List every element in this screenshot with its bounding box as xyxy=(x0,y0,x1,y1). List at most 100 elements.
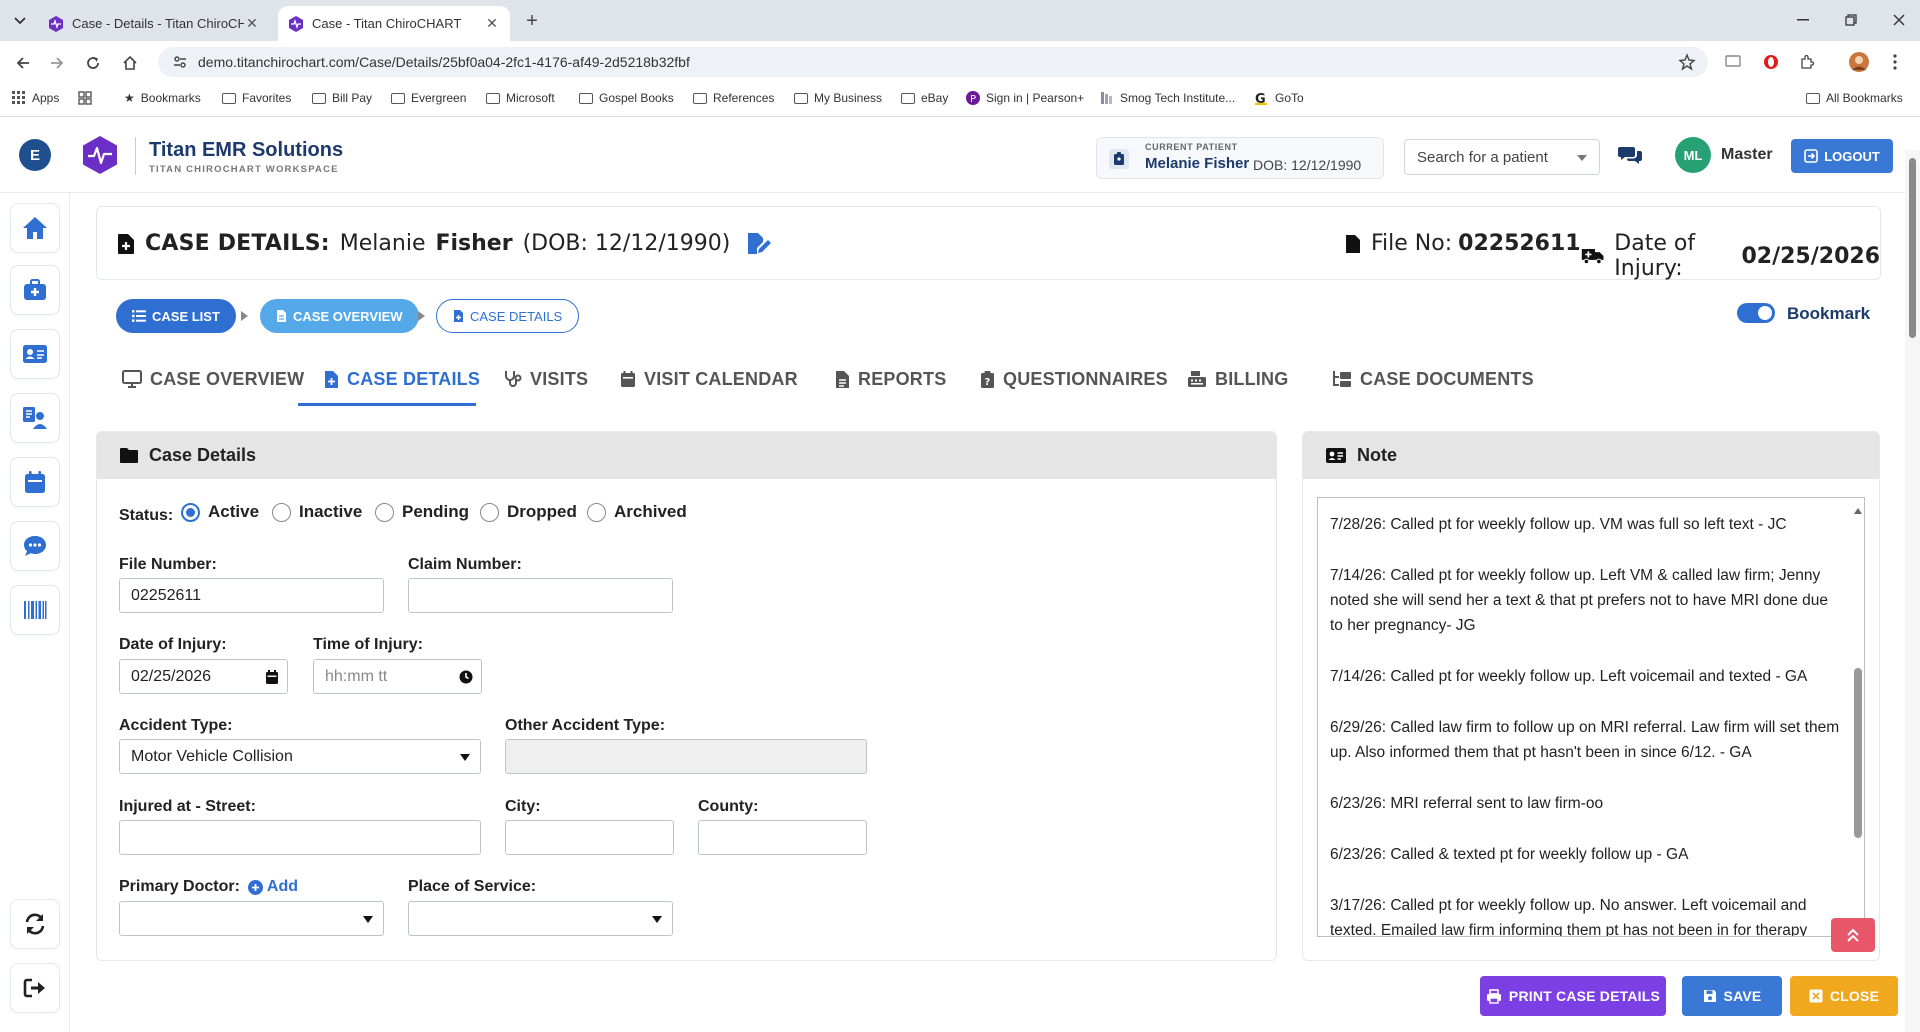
tab-case-overview[interactable]: CASE OVERVIEW xyxy=(122,352,304,406)
refresh-icon xyxy=(25,913,45,935)
browser-tab[interactable]: Case - Details - Titan ChiroCHART ✕ xyxy=(38,6,270,41)
tab-questionnaires[interactable]: ? QUESTIONNAIRES xyxy=(980,352,1168,406)
bookmark-folder[interactable]: My Business xyxy=(794,91,882,105)
note-scrollbar-thumb[interactable] xyxy=(1854,668,1862,838)
print-case-details-button[interactable]: PRINT CASE DETAILS xyxy=(1480,976,1666,1016)
barcode-nav-button[interactable] xyxy=(10,585,60,635)
home-icon[interactable] xyxy=(117,50,143,76)
forward-icon[interactable] xyxy=(44,50,70,76)
extensions-icon[interactable] xyxy=(1796,51,1818,73)
calendar-icon xyxy=(25,471,45,493)
bookmark-link[interactable]: G GoTo xyxy=(1255,91,1304,105)
tab-visits[interactable]: VISITS xyxy=(504,352,588,406)
patient-card-nav-button[interactable] xyxy=(10,329,60,379)
bookmark-folder[interactable]: Bill Pay xyxy=(312,91,372,105)
restore-icon[interactable] xyxy=(1836,8,1866,32)
messages-nav-button[interactable] xyxy=(10,521,60,571)
page-scrollbar-thumb[interactable] xyxy=(1909,158,1916,338)
calendar-icon[interactable] xyxy=(265,669,279,685)
county-input[interactable] xyxy=(698,820,867,855)
close-window-icon[interactable] xyxy=(1884,8,1914,32)
sign-out-nav-button[interactable] xyxy=(10,963,60,1013)
patient-last-name: Fisher xyxy=(435,231,513,256)
status-radio-inactive[interactable]: Inactive xyxy=(272,502,362,522)
tab-visit-calendar[interactable]: VISIT CALENDAR xyxy=(620,352,798,406)
place-of-service-select[interactable] xyxy=(408,901,673,936)
opera-extension-icon[interactable] xyxy=(1760,51,1782,73)
browser-tab-active[interactable]: Case - Titan ChiroCHART ✕ xyxy=(278,6,510,41)
scroll-to-top-button[interactable] xyxy=(1831,918,1875,952)
bookmark-folder[interactable]: ★ Bookmarks xyxy=(124,91,201,105)
scroll-up-arrow-icon[interactable] xyxy=(1854,508,1862,514)
profile-avatar-icon[interactable] xyxy=(1848,51,1870,73)
bookmark-folder[interactable]: Favorites xyxy=(222,91,291,105)
bookmark-star-icon[interactable] xyxy=(1678,53,1696,71)
tab-billing[interactable]: BILLING xyxy=(1187,352,1288,406)
close-tab-icon[interactable]: ✕ xyxy=(484,15,500,32)
all-bookmarks[interactable]: All Bookmarks xyxy=(1806,91,1903,105)
status-radio-archived[interactable]: Archived xyxy=(587,502,687,522)
status-radio-active[interactable]: Active xyxy=(181,502,259,522)
browser-menu-icon[interactable] xyxy=(1884,51,1906,73)
site-info-icon[interactable] xyxy=(172,54,188,70)
tab-case-details[interactable]: CASE DETAILS xyxy=(324,352,480,406)
file-number-display: File No: 02252611 xyxy=(1345,231,1581,256)
bookmark-folder[interactable]: Microsoft xyxy=(486,91,555,105)
url-bar[interactable]: demo.titanchirochart.com/Case/Details/25… xyxy=(158,47,1708,77)
file-number-input[interactable]: 02252611 xyxy=(119,578,384,613)
calendar-nav-button[interactable] xyxy=(10,457,60,507)
tab-groups-icon[interactable] xyxy=(78,91,92,105)
claim-number-input[interactable] xyxy=(408,578,673,613)
close-button[interactable]: CLOSE xyxy=(1790,976,1898,1016)
note-scrollbar[interactable] xyxy=(1854,508,1862,928)
folder-icon xyxy=(1806,92,1820,104)
bookmark-folder[interactable]: Evergreen xyxy=(391,91,466,105)
bookmark-folder[interactable]: eBay xyxy=(901,91,948,105)
breadcrumb-case-details[interactable]: CASE DETAILS xyxy=(436,299,580,333)
date-of-injury-input[interactable]: 02/25/2026 xyxy=(119,659,288,694)
tab-reports[interactable]: REPORTS xyxy=(835,352,946,406)
add-doctor-link[interactable]: Add xyxy=(247,878,298,896)
clock-icon[interactable] xyxy=(459,670,473,684)
user-avatar[interactable]: ML xyxy=(1675,137,1711,173)
primary-doctor-select[interactable] xyxy=(119,901,384,936)
bookmark-folder[interactable]: References xyxy=(693,91,774,105)
user-doctor-nav-button[interactable] xyxy=(10,393,60,443)
logout-button[interactable]: LOGOUT xyxy=(1791,139,1893,173)
cast-icon[interactable] xyxy=(1722,51,1744,73)
bookmark-toggle[interactable] xyxy=(1737,303,1775,323)
tab-case-documents[interactable]: CASE DOCUMENTS xyxy=(1332,352,1534,406)
time-of-injury-input[interactable]: hh:mm tt xyxy=(313,659,482,694)
injured-street-input[interactable] xyxy=(119,820,481,855)
bookmark-folder[interactable]: Gospel Books xyxy=(579,91,674,105)
page-scrollbar[interactable] xyxy=(1905,150,1920,1032)
radio-icon xyxy=(587,502,606,522)
bookmark-link[interactable]: P Sign in | Pearson+ xyxy=(966,91,1084,105)
status-radio-dropped[interactable]: Dropped xyxy=(480,502,577,522)
tab-search-dropdown-icon[interactable] xyxy=(8,10,32,32)
new-tab-icon[interactable]: + xyxy=(521,10,543,32)
patient-search-select[interactable]: Search for a patient xyxy=(1404,139,1600,175)
bookmark-apps[interactable]: Apps xyxy=(12,91,59,105)
medical-kit-nav-button[interactable] xyxy=(10,265,60,315)
user-name: Master xyxy=(1721,146,1773,163)
status-radio-pending[interactable]: Pending xyxy=(375,502,469,522)
edit-patient-icon[interactable] xyxy=(746,232,772,256)
chat-icon[interactable] xyxy=(1618,145,1642,165)
current-patient-card[interactable]: CURRENT PATIENT Melanie Fisher DOB: 12/1… xyxy=(1096,137,1384,179)
accident-type-label: Accident Type: xyxy=(119,717,233,734)
city-input[interactable] xyxy=(505,820,674,855)
refresh-nav-button[interactable] xyxy=(10,899,60,949)
reload-icon[interactable] xyxy=(80,50,106,76)
main-menu-button[interactable]: E xyxy=(19,139,51,171)
minimize-icon[interactable] xyxy=(1788,8,1818,32)
save-button[interactable]: SAVE xyxy=(1682,976,1782,1016)
home-nav-button[interactable] xyxy=(10,203,60,253)
bookmark-link[interactable]: Smog Tech Institute... xyxy=(1100,91,1235,105)
accident-type-select[interactable]: Motor Vehicle Collision xyxy=(119,739,481,774)
note-textarea[interactable]: 7/28/26: Called pt for weekly follow up.… xyxy=(1317,497,1865,937)
back-icon[interactable] xyxy=(10,50,36,76)
breadcrumb-case-overview[interactable]: CASE OVERVIEW xyxy=(260,299,419,333)
close-tab-icon[interactable]: ✕ xyxy=(244,15,260,32)
breadcrumb-case-list[interactable]: CASE LIST xyxy=(116,299,236,333)
